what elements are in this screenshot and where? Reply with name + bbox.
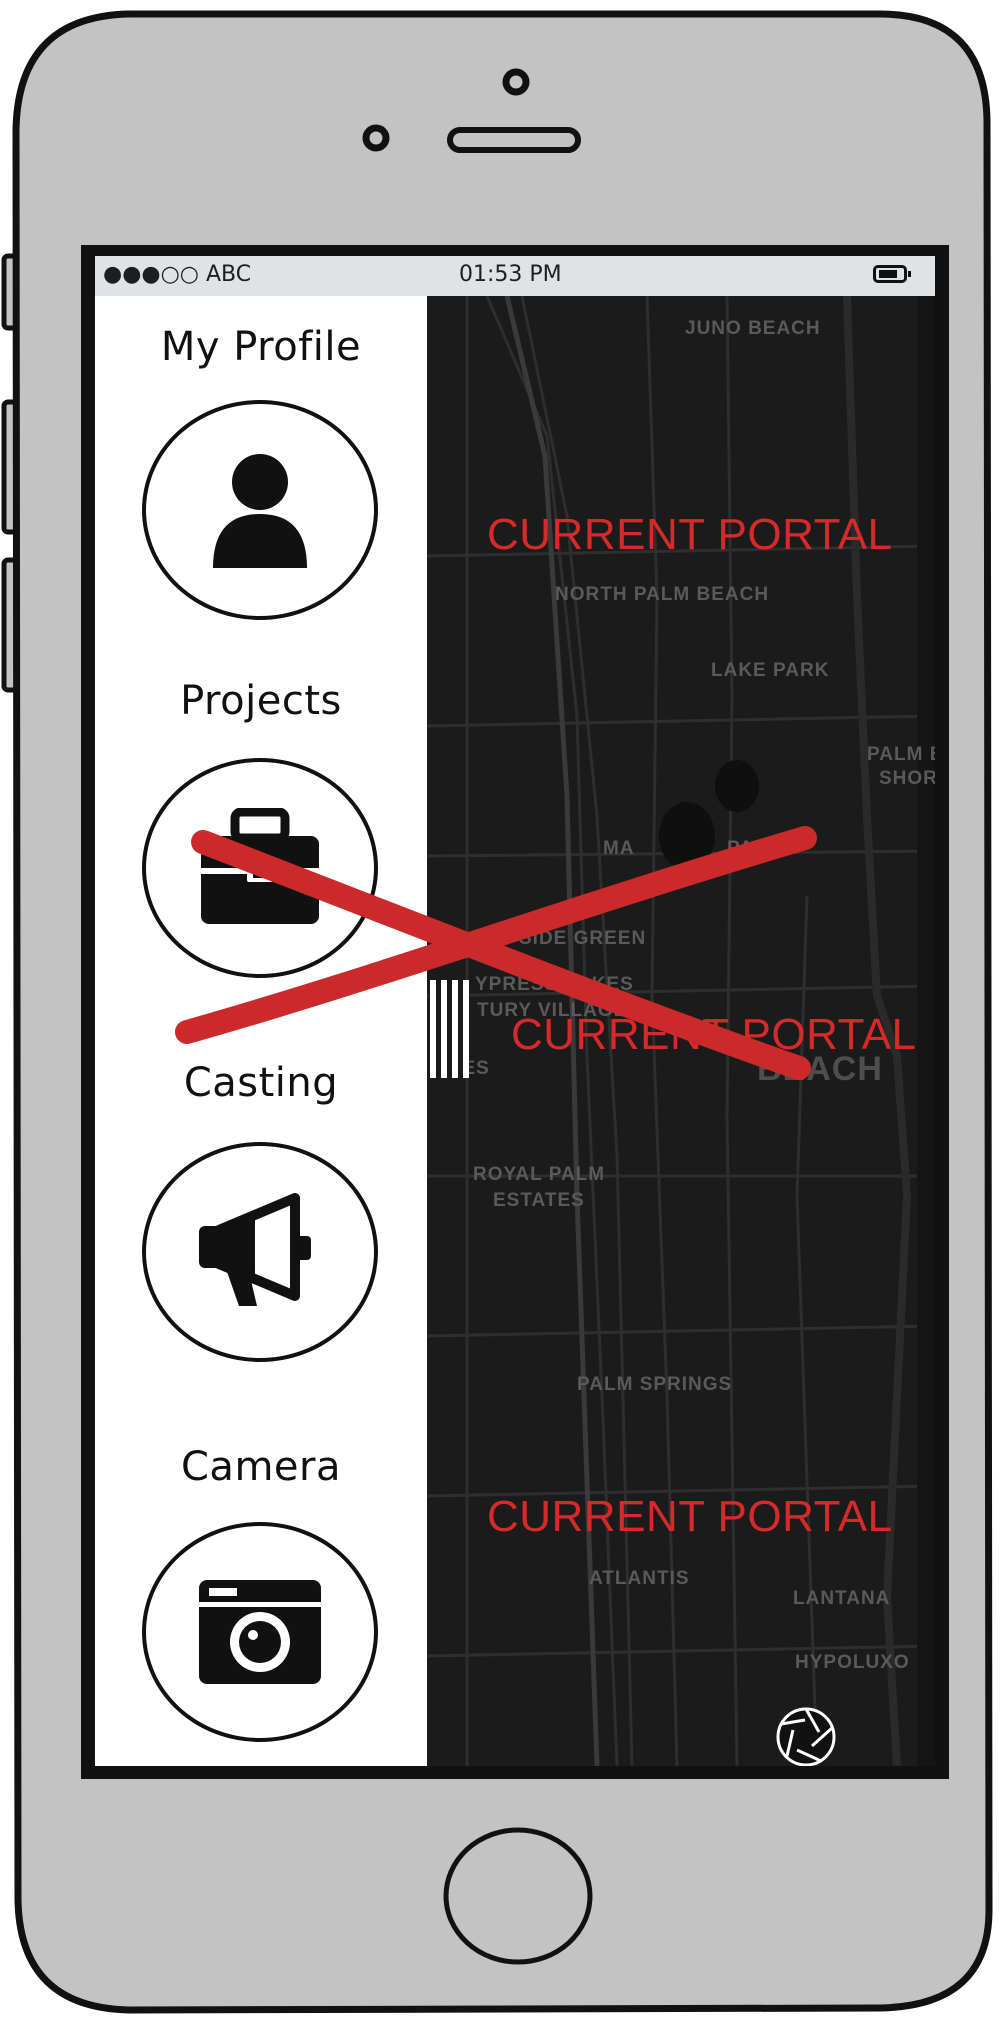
place-label: LANTANA	[793, 1588, 891, 1609]
place-label: PARK	[727, 838, 784, 859]
briefcase-icon	[201, 808, 319, 924]
menu-label-camera: Camera	[181, 1444, 341, 1490]
place-label: ROYAL PALM	[473, 1164, 606, 1185]
projects-button[interactable]	[142, 758, 378, 978]
place-label: SHOR	[879, 768, 935, 789]
menu-label-casting: Casting	[183, 1060, 339, 1106]
camera-button[interactable]	[142, 1522, 378, 1742]
place-label: HYPOLUXO	[795, 1652, 910, 1673]
place-label: ATLANTIS	[589, 1568, 690, 1589]
status-bar: ●●●○○ ABC 01:53 PM	[95, 256, 935, 297]
current-portal-label[interactable]: CURRENT PORTAL	[487, 510, 893, 560]
place-label: YPRESS LAKES	[475, 974, 634, 995]
carrier-label: ●●●○○ ABC	[103, 262, 252, 287]
aperture-icon[interactable]	[775, 1706, 837, 1766]
place-label: LAKE PARK	[711, 660, 830, 681]
current-portal-label[interactable]: CURRENT PORTAL	[511, 1010, 917, 1060]
user-icon	[213, 454, 307, 568]
place-label: PALM SPRINGS	[577, 1374, 733, 1395]
my-profile-button[interactable]	[142, 400, 378, 620]
map-view[interactable]: JUNO BEACH NORTH PALM BEACH LAKE PARK PA…	[427, 296, 935, 1766]
menu-label-projects: Projects	[180, 678, 342, 724]
place-label: PALM BE	[867, 744, 935, 765]
time-label: 01:53 PM	[459, 262, 562, 287]
megaphone-icon	[199, 1193, 311, 1306]
drawer-handle[interactable]	[427, 978, 471, 1080]
place-label: NORTH PALM BEACH	[555, 584, 770, 605]
camera-icon	[199, 1580, 321, 1684]
menu-label-my-profile: My Profile	[160, 324, 362, 370]
place-label: MA	[603, 838, 635, 859]
place-label: JUNO BEACH	[685, 318, 821, 339]
place-label: SIDE GREEN	[519, 928, 647, 949]
screen: ●●●○○ ABC 01:53 PM My Profile Projects C…	[95, 256, 935, 1766]
side-menu: My Profile Projects Casting Camera	[95, 296, 427, 1766]
place-label: ESTATES	[493, 1190, 585, 1211]
battery-icon	[873, 265, 911, 283]
current-portal-label[interactable]: CURRENT PORTAL	[487, 1492, 893, 1542]
casting-button[interactable]	[142, 1142, 378, 1362]
